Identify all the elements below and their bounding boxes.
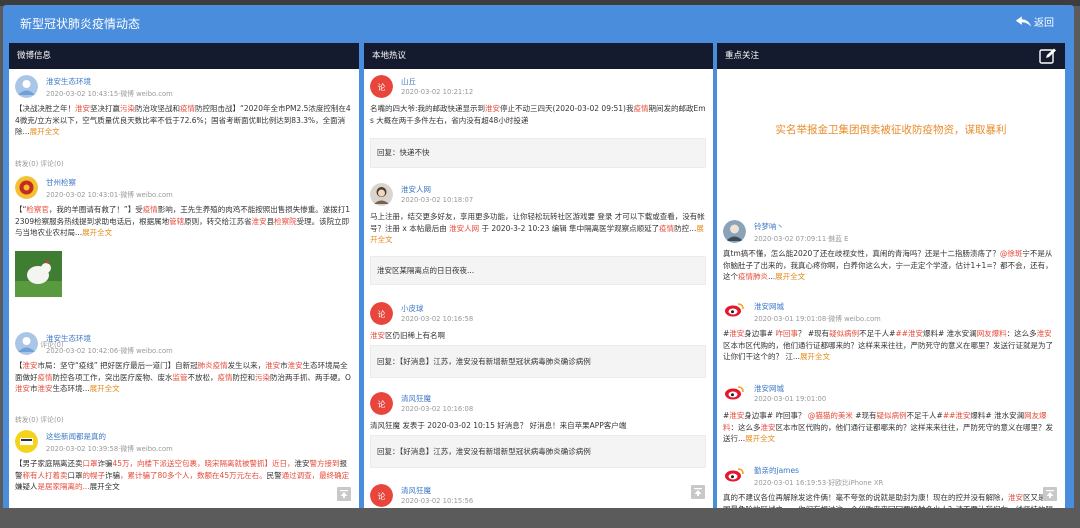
user-name[interactable]: 清风狂魔	[401, 485, 431, 496]
post-time: 2020-03-02 10:16:58	[401, 315, 474, 323]
user-avatar[interactable]	[723, 382, 746, 405]
user-avatar[interactable]	[15, 332, 38, 355]
post-time: 2020-03-02 10:16:08	[401, 405, 474, 413]
post-image[interactable]	[15, 251, 62, 297]
user-name[interactable]: 小皮球	[401, 303, 424, 314]
post-text: 【男子家庭隔离还卖口罩诈骗45万，向楼下派送空包裹，晓宋隔离就被警抓】近日，淮安…	[15, 459, 350, 491]
panel-key-focus: 重点关注 实名举报金卫集团倒卖被征收防疫物资，谋取暴利 铃梦呐丶 2020-03…	[717, 43, 1065, 513]
panel-local-hot-header: 本地热议	[364, 43, 713, 69]
svg-text:论: 论	[378, 491, 386, 501]
user-avatar[interactable]: 论	[370, 302, 393, 325]
highlight-notice[interactable]: 实名举报金卫集团倒卖被征收防疫物资，谋取暴利	[717, 122, 1065, 137]
scroll-top-button[interactable]	[337, 487, 351, 501]
user-name[interactable]: 勤亲的james	[754, 465, 799, 476]
post-meta[interactable]: 转发(0) 评论(0)	[15, 414, 64, 424]
scroll-top-button[interactable]	[1043, 487, 1057, 501]
post-text: 【淮安市局：坚守“疫线” 把好医疗最后一道门】自新冠肺炎疫情发生以来，淮安市淮安…	[15, 361, 351, 393]
edit-icon[interactable]	[1039, 48, 1057, 64]
post-meta[interactable]: 转发(0) 评论(0)	[15, 158, 64, 168]
svg-text:论: 论	[378, 399, 386, 409]
user-name[interactable]: 淮安网城	[754, 301, 784, 312]
user-name[interactable]: 清风狂魔	[401, 393, 431, 404]
panel-weibo-header: 微博信息	[9, 43, 359, 69]
user-name[interactable]: 甘州检察	[46, 177, 76, 188]
scroll-top-button[interactable]	[691, 485, 705, 499]
arrow-up-icon	[340, 490, 348, 498]
user-avatar[interactable]	[15, 430, 38, 453]
panel-weibo: 微博信息 淮安生态环境 2020-03-02 10:43:15·微博 weibo…	[9, 43, 359, 513]
panel-key-focus-title: 重点关注	[725, 51, 760, 61]
expand-link[interactable]: 展开全文	[90, 384, 120, 393]
expand-link[interactable]: 展开全文	[30, 127, 60, 136]
quoted-reply: 回复：快递不快	[370, 138, 706, 168]
post-time: 2020-03-01 16:19:53·好欧比iPhone XR	[754, 479, 884, 487]
post-time: 2020-03-02 10:18:07	[401, 196, 474, 204]
expand-link[interactable]: 展开全文	[82, 228, 112, 237]
user-name[interactable]: 山丘	[401, 76, 416, 87]
post-time: 2020-03-02 10:43:15·微博 weibo.com	[46, 90, 173, 98]
expand-link[interactable]: 展开全文	[745, 434, 775, 443]
back-arrow-icon	[1015, 16, 1032, 27]
panel-local-hot: 本地热议 论 山丘 2020-03-02 10:21:12 名嘴的四大爷:我的邮…	[364, 43, 713, 513]
arrow-up-icon	[694, 488, 702, 496]
dashboard-window: 新型冠状肺炎疫情动态 返回 微博信息 淮安生态环境 2020-03-02 10:…	[3, 5, 1074, 523]
user-avatar[interactable]	[15, 75, 38, 98]
user-avatar[interactable]: 论	[370, 392, 393, 415]
post-text: 淮安区仍旧稀上有名啊	[370, 331, 445, 340]
post-time: 2020-03-01 19:01:00	[754, 395, 827, 403]
user-name[interactable]: 淮安人网	[401, 184, 431, 195]
post-text: 马上注册，结交更多好友，享用更多功能，让你轻松玩转社区游戏要 登录 才可以下载或…	[370, 212, 705, 244]
weibo-feed[interactable]: 淮安生态环境 2020-03-02 10:43:15·微博 weibo.com …	[9, 69, 359, 513]
post-text: 清风狂魔 发表于 2020-03-02 10:15 好消息？ 好消息！来自苹果A…	[370, 421, 627, 430]
key-focus-feed[interactable]: 实名举报金卫集团倒卖被征收防疫物资，谋取暴利 铃梦呐丶 2020-03-02 0…	[717, 69, 1065, 513]
title-bar: 新型冠状肺炎疫情动态 返回	[3, 5, 1074, 39]
quoted-reply: 回复：【好消息】江苏，淮安没有新增新型冠状病毒肺炎确诊病例	[370, 345, 706, 378]
expand-link[interactable]: 展开全文	[775, 272, 805, 281]
expand-link[interactable]: 展开全文	[800, 352, 830, 361]
svg-text:论: 论	[378, 309, 386, 319]
user-name[interactable]: 淮安生态环境	[46, 76, 91, 87]
user-name[interactable]: 淮安生态环境	[46, 333, 91, 344]
svg-text:论: 论	[378, 82, 386, 92]
page-title: 新型冠状肺炎疫情动态	[20, 17, 141, 31]
local-hot-feed[interactable]: 论 山丘 2020-03-02 10:21:12 名嘴的四大爷:我的邮政快递显示…	[364, 69, 713, 513]
back-button[interactable]: 返回	[1015, 14, 1054, 29]
user-avatar[interactable]	[15, 176, 38, 199]
user-avatar[interactable]	[723, 300, 746, 323]
user-avatar[interactable]	[370, 183, 393, 206]
post-text: 名嘴的四大爷:我的邮政快递显示到淮安停止不动三四天(2020-03-02 09:…	[370, 104, 706, 125]
user-avatar[interactable]	[723, 464, 746, 487]
post-time: 2020-03-02 10:39:58·微博 weibo.com	[46, 445, 173, 453]
post-text: 真tm搞不懂，怎么能2020了还在歧视女性，真闹的青海吗？还是十二指肠溃疡了？@…	[723, 249, 1053, 281]
back-label: 返回	[1034, 18, 1054, 29]
post-text: 【决战决胜之年！淮安坚决打赢污染防治攻坚战和疫情防控阻击战】“2020年全市PM…	[15, 104, 351, 136]
user-name[interactable]: 铃梦呐丶	[754, 221, 784, 232]
post-time: 2020-03-02 10:43:01·微博 weibo.com	[46, 191, 173, 199]
user-name[interactable]: 淮安网城	[754, 383, 784, 394]
post-text: #淮安身边事# 咋回事？ #现有疑似病例不足千人###淮安爆料# 淮水安澜网友爆…	[723, 329, 1053, 361]
post-text: #淮安身边事# 咋回事？ @猫猫的美米 #现有疑似病例不足千人###淮安爆料# …	[723, 411, 1053, 443]
post-time: 2020-03-01 19:01:08·微博 weibo.com	[754, 315, 881, 323]
post-time: 2020-03-02 10:21:12	[401, 88, 474, 96]
user-name[interactable]: 这些新闻都是真的	[46, 431, 106, 442]
quoted-reply: 回复：【好消息】江苏，淮安没有新增新型冠状病毒肺炎确诊病例	[370, 435, 706, 468]
user-avatar[interactable]	[723, 220, 746, 243]
post-time: 2020-03-02 10:42:06·微博 weibo.com	[46, 347, 173, 355]
post-time: 2020-03-02 07:09:11·魅蓝 E	[754, 235, 849, 243]
user-avatar[interactable]: 论	[370, 75, 393, 98]
page-background-footer	[0, 508, 1080, 528]
quoted-reply: 淮安区某隔离点的日日夜夜...	[370, 256, 706, 285]
arrow-up-icon	[1046, 490, 1054, 498]
user-avatar[interactable]: 论	[370, 484, 393, 507]
panel-key-focus-header: 重点关注	[717, 43, 1065, 69]
post-text: 【“检察官，我的羊圈请有救了！”】受疫情影响，王先生养殖的肉鸡不能按照出售损失惨…	[15, 205, 351, 237]
post-time: 2020-03-02 10:15:56	[401, 497, 474, 505]
